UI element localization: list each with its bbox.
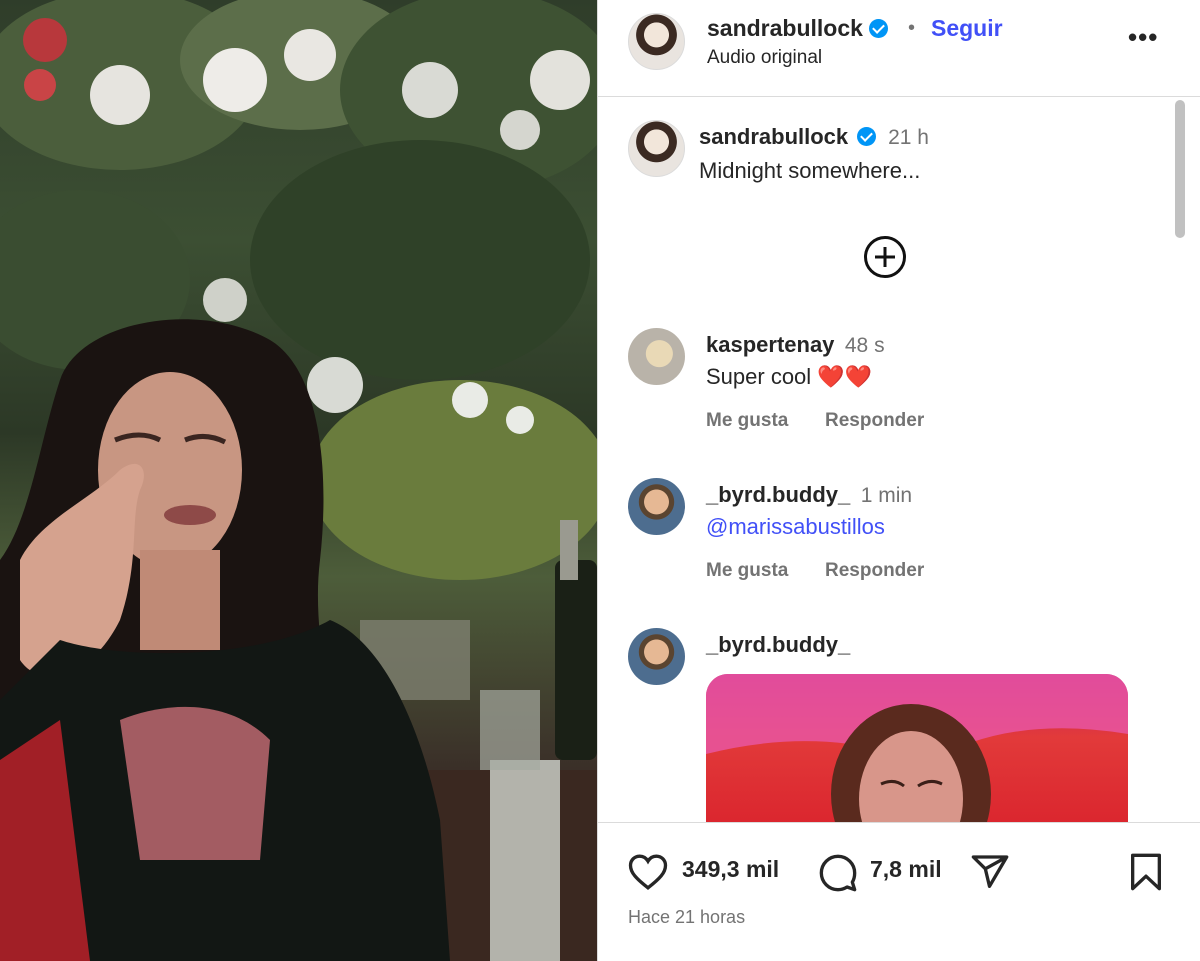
verified-badge-icon — [856, 127, 876, 146]
post-panel: sandrabullock • Seguir Audio original ••… — [597, 0, 1200, 961]
more-icon[interactable]: ••• — [1128, 22, 1158, 53]
comment-username[interactable]: kaspertenay — [706, 332, 834, 357]
comments-count[interactable]: 7,8 mil — [870, 856, 942, 883]
author-username[interactable]: sandrabullock — [707, 15, 863, 41]
caption-author-avatar[interactable] — [628, 120, 685, 177]
post-header: sandrabullock • Seguir Audio original ••… — [598, 0, 1200, 97]
comment-bubble-icon[interactable] — [818, 853, 858, 893]
follow-button[interactable]: Seguir — [931, 15, 1003, 42]
comment-gif-image[interactable] — [706, 674, 1128, 822]
caption-header: sandrabullock 21 h — [699, 124, 929, 150]
caption-username[interactable]: sandrabullock — [699, 124, 848, 149]
author-username-link[interactable]: sandrabullock — [707, 15, 889, 42]
like-heart-icon[interactable] — [628, 853, 668, 891]
likes-count[interactable]: 349,3 mil — [682, 856, 779, 883]
comment-reply-button[interactable]: Responder — [825, 410, 924, 432]
comment-like-button[interactable]: Me gusta — [706, 560, 788, 582]
author-avatar[interactable] — [628, 13, 685, 70]
comment-time: 48 s — [844, 334, 885, 357]
video-frame-image — [0, 0, 597, 961]
caption-text: Midnight somewhere... — [699, 158, 921, 183]
separator-dot: • — [908, 17, 916, 39]
comment-avatar[interactable] — [628, 628, 685, 685]
share-send-icon[interactable] — [970, 852, 1010, 892]
load-more-comments-icon[interactable] — [864, 236, 906, 278]
caption-time: 21 h — [888, 126, 929, 149]
comment-avatar[interactable] — [628, 478, 685, 535]
verified-badge-icon — [869, 19, 889, 38]
comment-like-button[interactable]: Me gusta — [706, 410, 788, 432]
original-audio-link[interactable]: Audio original — [707, 47, 822, 69]
post-actions-bar: 349,3 mil 7,8 mil Hace 21 horas — [598, 822, 1200, 961]
comment-header: kaspertenay 48 s — [706, 332, 885, 358]
comment-mention-link[interactable]: @marissabustillos — [706, 514, 885, 540]
comment-username[interactable]: _byrd.buddy_ — [706, 482, 850, 507]
comment-time: 1 min — [860, 484, 913, 507]
video-player[interactable] — [0, 0, 597, 961]
comment-header: _byrd.buddy_ 1 min — [706, 482, 912, 508]
comment-reply-button[interactable]: Responder — [825, 560, 924, 582]
comment-header: _byrd.buddy_ — [706, 632, 850, 658]
comments-section[interactable]: sandrabullock 21 h Midnight somewhere...… — [598, 98, 1200, 822]
comment-username[interactable]: _byrd.buddy_ — [706, 632, 850, 657]
comments-scrollbar-thumb[interactable] — [1175, 100, 1185, 238]
save-bookmark-icon[interactable] — [1128, 852, 1164, 892]
comment-text: Super cool ❤️❤️ — [706, 364, 873, 389]
comment-avatar[interactable] — [628, 328, 685, 385]
post-timestamp: Hace 21 horas — [628, 907, 746, 927]
